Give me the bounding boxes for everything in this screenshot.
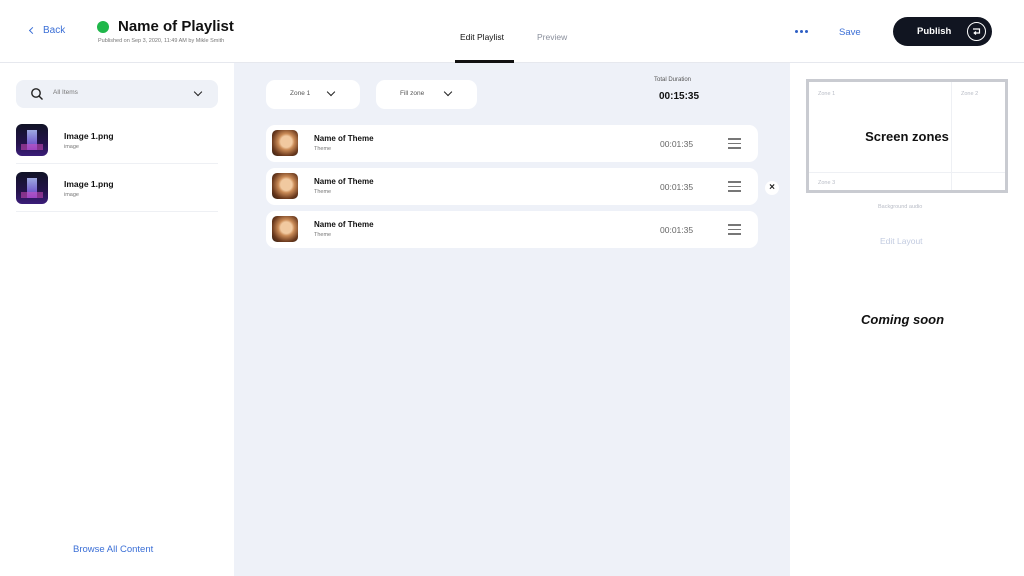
theme-thumbnail bbox=[272, 130, 298, 156]
remove-row-close-icon[interactable]: × bbox=[765, 181, 779, 195]
tab-edit-playlist[interactable]: Edit Playlist bbox=[460, 32, 504, 42]
theme-thumbnail bbox=[272, 173, 298, 199]
publish-icon bbox=[967, 22, 986, 41]
browse-all-content-link[interactable]: Browse All Content bbox=[73, 544, 153, 555]
back-button[interactable]: Back bbox=[28, 25, 66, 36]
drag-handle-icon[interactable] bbox=[728, 181, 741, 195]
row-subtitle: Theme bbox=[314, 189, 332, 195]
row-title: Name of Theme bbox=[314, 177, 374, 186]
row-duration: 00:01:35 bbox=[660, 139, 694, 149]
top-header: Back Name of Playlist Published on Sep 3… bbox=[0, 0, 1024, 63]
items-filter-select[interactable]: All Items bbox=[16, 80, 218, 108]
edit-layout-link: Edit Layout bbox=[880, 236, 923, 246]
filter-label: All Items bbox=[53, 89, 78, 96]
theme-thumbnail bbox=[272, 216, 298, 242]
drag-handle-icon[interactable] bbox=[728, 224, 741, 238]
zone-3-label: Zone 3 bbox=[818, 180, 836, 186]
save-button[interactable]: Save bbox=[839, 27, 861, 38]
row-subtitle: Theme bbox=[314, 232, 332, 238]
playlist-row[interactable]: Name of Theme Theme 00:01:35 bbox=[266, 168, 758, 205]
zone-1-label: Zone 1 bbox=[818, 91, 836, 97]
zone-2-label: Zone 2 bbox=[961, 91, 979, 97]
row-title: Name of Theme bbox=[314, 134, 374, 143]
screen-zones-preview: Zone 1 Zone 2 Zone 3 Screen zones bbox=[806, 79, 1008, 193]
total-duration-label: Total Duration bbox=[654, 77, 692, 83]
publish-button[interactable]: Publish bbox=[893, 17, 992, 46]
more-options-icon[interactable] bbox=[795, 30, 808, 33]
zone-select-value: Zone 1 bbox=[290, 90, 311, 97]
chevron-down-icon bbox=[443, 87, 453, 97]
tab-preview[interactable]: Preview bbox=[537, 32, 567, 42]
screen-zones-panel: Zone 1 Zone 2 Zone 3 Screen zones Backgr… bbox=[790, 63, 1024, 576]
playlist-title: Name of Playlist bbox=[118, 18, 234, 35]
published-info: Published on Sep 3, 2020, 11:49 AM by Mi… bbox=[98, 38, 225, 44]
playlist-editor: Zone 1 Fill zone Total Duration 00:15:35… bbox=[234, 63, 790, 576]
row-subtitle: Theme bbox=[314, 146, 332, 152]
zone-select[interactable]: Zone 1 bbox=[266, 80, 360, 109]
library-item-divider bbox=[16, 165, 218, 212]
row-title: Name of Theme bbox=[314, 220, 374, 229]
playlist-row[interactable]: Name of Theme Theme 00:01:35 bbox=[266, 125, 758, 162]
content-library-panel: All Items Image 1.png image Image 1.png … bbox=[0, 63, 234, 576]
chevron-down-icon bbox=[193, 87, 203, 97]
back-label: Back bbox=[43, 25, 66, 36]
playlist-row[interactable]: Name of Theme Theme 00:01:35 bbox=[266, 211, 758, 248]
library-item-divider bbox=[16, 117, 218, 164]
total-duration-value: 00:15:35 bbox=[659, 91, 700, 102]
coming-soon-text: Coming soon bbox=[861, 312, 945, 327]
zone-divider bbox=[809, 172, 1005, 173]
screen-zones-title: Screen zones bbox=[865, 129, 949, 144]
search-icon bbox=[31, 88, 43, 100]
row-duration: 00:01:35 bbox=[660, 225, 694, 235]
background-audio-label: Background audio bbox=[878, 204, 923, 210]
drag-handle-icon[interactable] bbox=[728, 138, 741, 152]
published-status-dot bbox=[97, 21, 109, 33]
fill-zone-select[interactable]: Fill zone bbox=[376, 80, 477, 109]
fill-select-value: Fill zone bbox=[400, 90, 425, 97]
publish-label: Publish bbox=[917, 26, 952, 37]
chevron-down-icon bbox=[326, 87, 336, 97]
row-duration: 00:01:35 bbox=[660, 182, 694, 192]
chevron-left-icon bbox=[28, 26, 37, 35]
